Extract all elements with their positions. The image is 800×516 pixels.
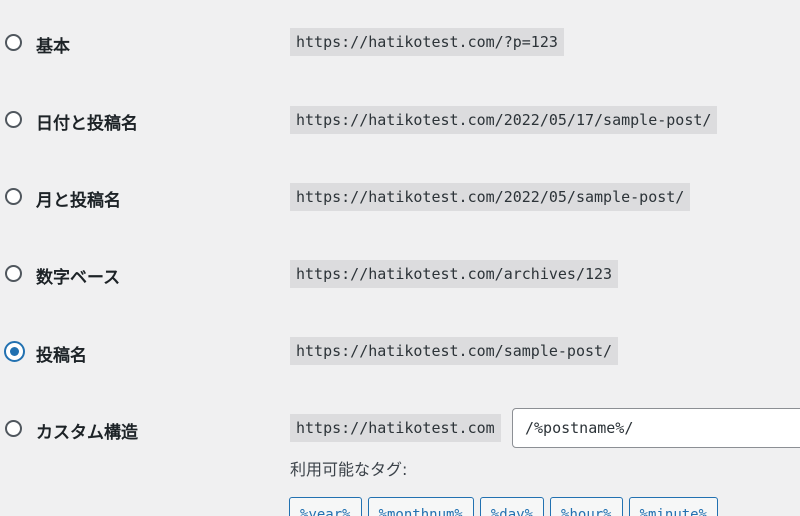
- option-label-plain[interactable]: 基本: [36, 32, 70, 57]
- custom-base-url: https://hatikotest.com: [290, 414, 501, 442]
- radio-day-name[interactable]: [5, 111, 22, 128]
- option-label-post-name[interactable]: 投稿名: [36, 341, 87, 366]
- radio-post-name[interactable]: [4, 341, 25, 362]
- example-url-month-name: https://hatikotest.com/2022/05/sample-po…: [290, 183, 691, 211]
- option-label-day-name[interactable]: 日付と投稿名: [36, 109, 138, 134]
- radio-custom[interactable]: [5, 420, 22, 437]
- example-url-post-name: https://hatikotest.com/sample-post/: [290, 337, 619, 365]
- permalink-option-month-name: 月と投稿名 https://hatikotest.com/2022/05/sam…: [0, 176, 800, 216]
- radio-month-name[interactable]: [5, 188, 22, 205]
- radio-plain[interactable]: [5, 34, 22, 51]
- tag-button-year[interactable]: %year%: [289, 497, 362, 516]
- example-url-plain: https://hatikotest.com/?p=123: [290, 28, 564, 56]
- permalink-option-plain: 基本 https://hatikotest.com/?p=123: [0, 22, 800, 62]
- permalink-option-numeric: 数字ベース https://hatikotest.com/archives/12…: [0, 253, 800, 293]
- option-label-numeric[interactable]: 数字ベース: [36, 263, 120, 288]
- tag-button-day[interactable]: %day%: [479, 497, 545, 516]
- available-tags: %year% %monthnum% %day% %hour% %minute%: [289, 497, 724, 516]
- tag-button-minute[interactable]: %minute%: [628, 497, 719, 516]
- tag-button-monthnum[interactable]: %monthnum%: [367, 497, 474, 516]
- example-url-numeric: https://hatikotest.com/archives/123: [290, 260, 619, 288]
- radio-numeric[interactable]: [5, 265, 22, 282]
- tag-button-hour[interactable]: %hour%: [550, 497, 623, 516]
- permalink-settings: 基本 https://hatikotest.com/?p=123 日付と投稿名 …: [0, 0, 800, 516]
- permalink-option-post-name: 投稿名 https://hatikotest.com/sample-post/: [0, 331, 800, 371]
- custom-structure-input[interactable]: [512, 408, 800, 448]
- permalink-option-day-name: 日付と投稿名 https://hatikotest.com/2022/05/17…: [0, 99, 800, 139]
- available-tags-label: 利用可能なタグ:: [290, 460, 408, 479]
- example-url-day-name: https://hatikotest.com/2022/05/17/sample…: [290, 106, 718, 134]
- option-label-custom[interactable]: カスタム構造: [36, 418, 138, 443]
- option-label-month-name[interactable]: 月と投稿名: [36, 186, 121, 211]
